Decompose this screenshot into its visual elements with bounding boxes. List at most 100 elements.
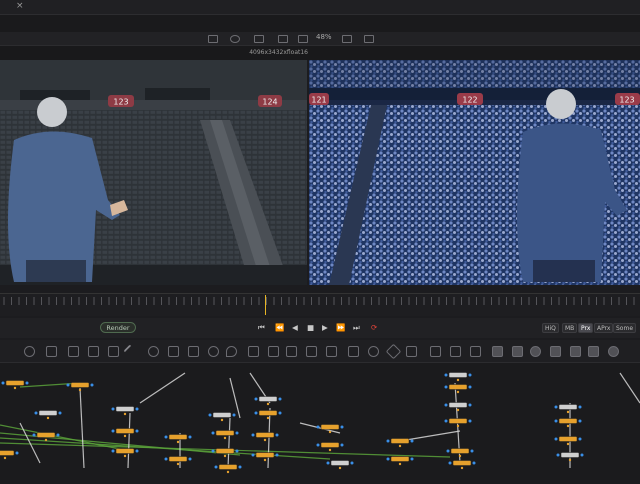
polygon-mask-icon[interactable] xyxy=(385,343,402,360)
node-tile xyxy=(115,428,135,434)
node-mask-port xyxy=(226,470,230,474)
section-number-sign: 121 xyxy=(311,96,326,105)
node-mask-port xyxy=(568,458,572,462)
node-editor[interactable] xyxy=(0,363,640,480)
3d-shape-icon[interactable] xyxy=(492,346,503,357)
node-input-port xyxy=(556,453,560,457)
rectangle-mask-icon[interactable] xyxy=(348,346,359,357)
play-reverse-button[interactable]: ◀ xyxy=(292,322,298,333)
node-output-port xyxy=(278,411,282,415)
playhead[interactable] xyxy=(265,295,266,315)
3d-light-icon[interactable] xyxy=(530,346,541,357)
viewer-grid-icon[interactable] xyxy=(278,35,288,43)
color-corrector-icon[interactable] xyxy=(148,346,159,357)
node-output-port xyxy=(15,451,19,455)
viewer-roi-icon[interactable] xyxy=(254,35,264,43)
node-tile xyxy=(390,438,410,444)
node-tile xyxy=(215,430,235,436)
quality-mb-button[interactable]: MB xyxy=(562,323,578,333)
ellipse-mask-icon[interactable] xyxy=(368,346,379,357)
node-tile xyxy=(448,402,468,408)
particle-render-icon[interactable] xyxy=(450,346,461,357)
node-link xyxy=(127,412,131,469)
loop-icon[interactable]: ⟳ xyxy=(371,322,377,333)
node-input-port xyxy=(386,457,390,461)
viewer-layout-icon[interactable] xyxy=(208,35,218,43)
quality-prx-button[interactable]: Prx xyxy=(578,323,594,333)
merge-tool-icon[interactable] xyxy=(88,346,99,357)
node-output-port xyxy=(472,461,476,465)
play-button[interactable]: ▶ xyxy=(322,322,328,333)
node-tile xyxy=(450,448,470,454)
3d-camera-icon[interactable] xyxy=(570,346,581,357)
node-mask-port xyxy=(123,454,127,458)
drop-tool-icon[interactable] xyxy=(226,346,237,357)
node-output-port xyxy=(58,411,62,415)
node-mask-port xyxy=(328,448,332,452)
glow-tool-icon[interactable] xyxy=(208,346,219,357)
brush-tool-icon[interactable] xyxy=(123,344,138,359)
node-tile xyxy=(258,410,278,416)
go-to-end-button[interactable]: ⏭ xyxy=(353,322,360,333)
close-icon[interactable]: × xyxy=(16,1,24,11)
background-tool-icon[interactable] xyxy=(24,346,35,357)
text-tool-icon[interactable] xyxy=(108,346,119,357)
section-number-sign: 124 xyxy=(262,98,277,107)
loader-tool-icon[interactable] xyxy=(68,346,79,357)
node-output-port xyxy=(188,457,192,461)
3d-text-icon[interactable] xyxy=(512,346,523,357)
3d-merge-icon[interactable] xyxy=(550,346,561,357)
node-output-port xyxy=(580,453,584,457)
viewer-color-icon[interactable] xyxy=(230,35,240,43)
curves-tool-icon[interactable] xyxy=(168,346,179,357)
step-forward-button[interactable]: ⏩ xyxy=(336,322,345,333)
node-tile xyxy=(5,380,25,386)
paint-tool-icon[interactable] xyxy=(46,346,57,357)
node-mask-port xyxy=(3,456,7,460)
matte-tool-icon[interactable] xyxy=(248,346,259,357)
step-back-button[interactable]: ⏪ xyxy=(275,322,284,333)
node-link xyxy=(229,377,241,419)
particle-emitter-icon[interactable] xyxy=(430,346,441,357)
node-input-port xyxy=(554,437,558,441)
transform-tool-icon[interactable] xyxy=(306,346,317,357)
go-to-start-button[interactable]: ⏮ xyxy=(258,322,265,333)
window-top-bar: × xyxy=(0,0,640,15)
resize-tool-icon[interactable] xyxy=(286,346,297,357)
blur-tool-icon[interactable] xyxy=(188,346,199,357)
node-tile xyxy=(0,450,15,456)
viewer-left[interactable]: 123 124 xyxy=(0,60,307,285)
node-output-port xyxy=(25,381,29,385)
node-tile xyxy=(168,456,188,462)
3d-image-plane-icon[interactable] xyxy=(608,346,619,357)
node-link xyxy=(227,417,231,469)
node-tile xyxy=(168,434,188,440)
node-mask-port xyxy=(44,438,48,442)
viewer-fit-icon[interactable] xyxy=(298,35,308,43)
quality-some-button[interactable]: Some xyxy=(613,323,637,333)
zoom-level[interactable]: 48% xyxy=(316,33,332,41)
crop-tool-icon[interactable] xyxy=(326,346,337,357)
timeline-ruler[interactable] xyxy=(0,293,640,316)
viewer-options-icon[interactable] xyxy=(342,35,352,43)
3d-renderer-icon[interactable] xyxy=(588,346,599,357)
particle-force-icon[interactable] xyxy=(470,346,481,357)
node-tile xyxy=(452,460,472,466)
bspline-mask-icon[interactable] xyxy=(406,346,417,357)
node-mask-port xyxy=(456,390,460,394)
node-output-port xyxy=(235,449,239,453)
node-mask-port xyxy=(263,458,267,462)
node-mask-port xyxy=(123,412,127,416)
node-input-port xyxy=(34,411,38,415)
viewer-right[interactable]: 121 122 123 xyxy=(309,60,640,285)
node-output-port xyxy=(468,419,472,423)
node-input-port xyxy=(386,439,390,443)
quality-hiq-button[interactable]: HiQ xyxy=(542,323,559,333)
node-graph xyxy=(0,372,640,474)
quality-aprx-button[interactable]: APrx xyxy=(594,323,614,333)
channel-booleans-icon[interactable] xyxy=(268,346,279,357)
viewer-compare-icon[interactable] xyxy=(364,35,374,43)
resolution-label: 4096x3432xfloat16 xyxy=(249,49,308,56)
render-button[interactable]: Render xyxy=(100,322,136,333)
stop-button[interactable]: ■ xyxy=(307,322,314,333)
